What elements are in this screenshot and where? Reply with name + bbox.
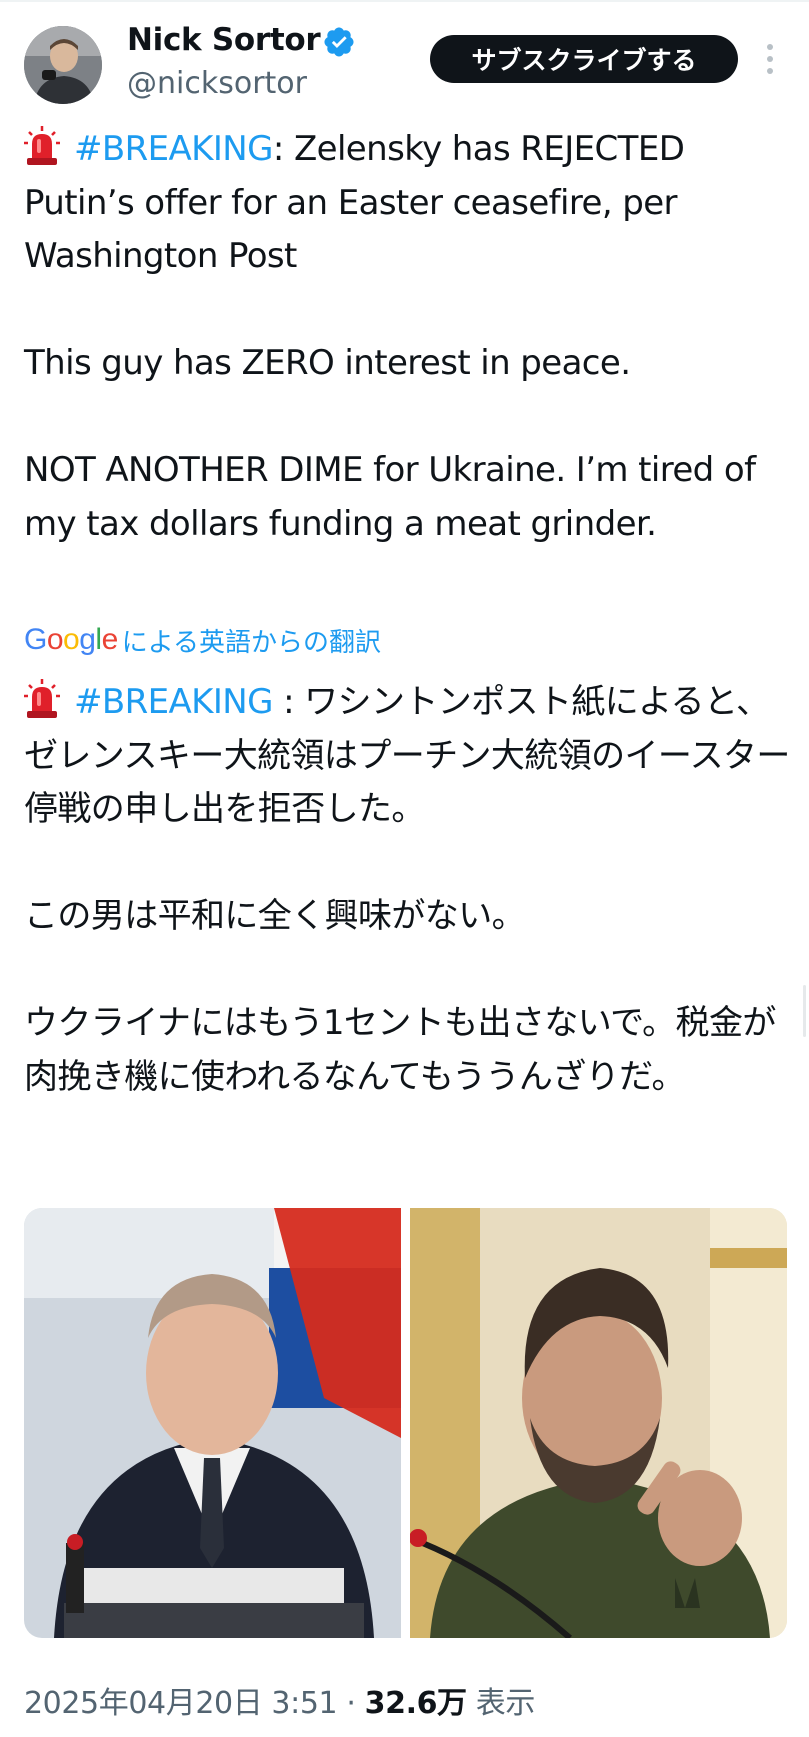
- tweet-en-para3: NOT ANOTHER DIME for Ukraine. I’m tired …: [24, 450, 766, 544]
- tweet-text-english: #BREAKING: Zelensky has REJECTED Putin’s…: [24, 123, 794, 551]
- google-logo: Google: [24, 623, 118, 656]
- subscribe-button[interactable]: サブスクライブする: [430, 35, 738, 83]
- tweet-timestamp[interactable]: 2025年04月20日 3:51: [24, 1686, 338, 1721]
- top-divider: [0, 0, 809, 2]
- translation-attribution[interactable]: Google による英語からの翻訳: [24, 620, 381, 660]
- media-grid: [24, 1208, 787, 1638]
- tweet-ja-para3: ウクライナにはもう1セントも出さないで。税金が肉挽き機に使われるなんてもううんざ…: [24, 1003, 776, 1097]
- tweet-ja-para2: この男は平和に全く興味がない。: [24, 896, 526, 936]
- views-count: 32.6万: [364, 1686, 467, 1721]
- avatar-photo: [24, 26, 102, 104]
- zelensky-photo[interactable]: [410, 1208, 787, 1638]
- putin-photo[interactable]: [24, 1208, 401, 1638]
- author-handle[interactable]: @nicksortor: [127, 66, 307, 101]
- hashtag-breaking-ja[interactable]: #BREAKING: [74, 682, 273, 722]
- scrollbar-thumb[interactable]: [803, 985, 806, 1037]
- translation-label[interactable]: による英語からの翻訳: [122, 622, 381, 659]
- rotating-light-icon: [24, 126, 60, 165]
- tweet-en-para2: This guy has ZERO interest in peace.: [24, 343, 631, 383]
- tweet-meta: 2025年04月20日 3:51 · 32.6万 表示: [24, 1678, 535, 1722]
- meta-separator: ·: [337, 1686, 365, 1721]
- more-vertical-icon[interactable]: [764, 42, 776, 76]
- author-name[interactable]: Nick Sortor: [127, 22, 321, 58]
- hashtag-breaking[interactable]: #BREAKING: [74, 129, 273, 169]
- avatar[interactable]: [24, 26, 102, 104]
- tweet-text-japanese: #BREAKING : ワシントンポスト紙によると、ゼレンスキー大統領はプーチン…: [24, 676, 794, 1104]
- rotating-light-icon: [24, 679, 60, 718]
- views-label: 表示: [466, 1686, 536, 1721]
- verified-badge-icon: [324, 27, 354, 57]
